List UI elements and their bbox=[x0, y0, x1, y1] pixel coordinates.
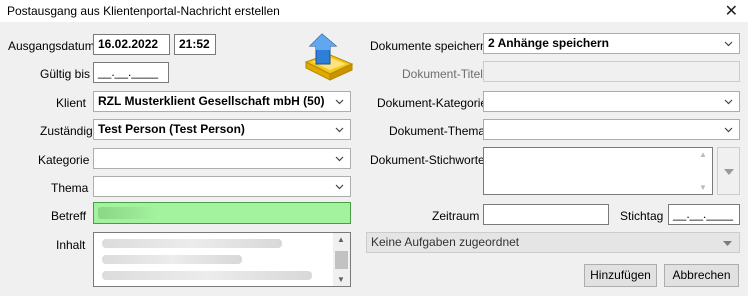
dokument-thema-label: Dokument-Thema bbox=[389, 124, 486, 138]
aufgaben-value: Keine Aufgaben zugeordnet bbox=[371, 235, 520, 249]
ausgangsdatum-date-input[interactable]: 16.02.2022 bbox=[93, 34, 170, 55]
redacted-text bbox=[102, 239, 282, 248]
add-button[interactable]: Hinzufügen bbox=[584, 264, 657, 287]
close-icon[interactable]: ✕ bbox=[725, 1, 738, 21]
redacted-text bbox=[102, 255, 242, 264]
klient-label: Klient bbox=[56, 96, 87, 110]
dokument-stichworte-label: Dokument-Stichworte bbox=[370, 153, 485, 167]
caret-down-icon bbox=[724, 169, 734, 175]
inhalt-label: Inhalt bbox=[56, 238, 86, 252]
dokumente-speichern-label: Dokumente speichern bbox=[370, 39, 487, 53]
stichworte-dropdown-button[interactable] bbox=[717, 147, 740, 195]
chevron-down-icon bbox=[724, 99, 733, 105]
zustaendig-label: Zuständig bbox=[40, 124, 93, 138]
zeitraum-label: Zeitraum bbox=[432, 209, 480, 223]
dokument-kategorie-select[interactable] bbox=[483, 91, 740, 112]
dokument-stichworte-textarea[interactable]: ▲ ▼ bbox=[483, 147, 713, 195]
betreff-input[interactable] bbox=[93, 202, 351, 224]
stichworte-scrollbar[interactable]: ▲ ▼ bbox=[695, 148, 712, 194]
scroll-up-icon[interactable]: ▲ bbox=[337, 235, 345, 244]
caret-down-icon bbox=[723, 241, 732, 246]
chevron-down-icon bbox=[335, 184, 344, 190]
gueltig-bis-input[interactable]: __.__.____ bbox=[93, 62, 169, 83]
thema-label: Thema bbox=[51, 181, 89, 195]
inhalt-textarea[interactable]: ▲ ▼ bbox=[93, 232, 351, 287]
chevron-down-icon bbox=[724, 127, 733, 133]
zustaendig-value: Test Person (Test Person) bbox=[98, 122, 245, 136]
stichtag-input[interactable]: __.__.____ bbox=[668, 204, 740, 225]
ausgangsdatum-label: Ausgangsdatum bbox=[8, 39, 95, 53]
inhalt-scrollbar[interactable]: ▲ ▼ bbox=[333, 233, 350, 286]
cancel-button[interactable]: Abbrechen bbox=[664, 264, 739, 287]
betreff-label: Betreff bbox=[51, 209, 87, 223]
window-title: Postausgang aus Klientenportal-Nachricht… bbox=[7, 4, 280, 18]
dokument-kategorie-label: Dokument-Kategorie bbox=[377, 96, 488, 110]
upload-tray-icon[interactable] bbox=[302, 32, 354, 82]
scroll-down-icon[interactable]: ▼ bbox=[337, 275, 345, 284]
dokument-thema-select[interactable] bbox=[483, 119, 740, 140]
kategorie-select[interactable] bbox=[93, 148, 351, 169]
aufgaben-select[interactable]: Keine Aufgaben zugeordnet bbox=[366, 232, 740, 253]
zeitraum-input[interactable] bbox=[483, 204, 609, 225]
klient-value: RZL Musterklient Gesellschaft mbH (50) bbox=[98, 94, 325, 108]
ausgangsdatum-time-input[interactable]: 21:52 bbox=[174, 34, 216, 55]
title-bar: Postausgang aus Klientenportal-Nachricht… bbox=[0, 0, 748, 22]
dokument-titel-label: Dokument-Titel bbox=[402, 67, 483, 81]
klient-select[interactable]: RZL Musterklient Gesellschaft mbH (50) bbox=[93, 91, 351, 112]
chevron-down-icon bbox=[335, 156, 344, 162]
dokumente-speichern-select[interactable]: 2 Anhänge speichern bbox=[483, 33, 740, 54]
dokument-titel-input bbox=[483, 61, 740, 82]
dokumente-speichern-value: 2 Anhänge speichern bbox=[488, 36, 609, 50]
zustaendig-select[interactable]: Test Person (Test Person) bbox=[93, 119, 351, 140]
gueltig-bis-label: Gültig bis bbox=[40, 67, 91, 81]
stichtag-label: Stichtag bbox=[620, 209, 664, 223]
scroll-down-icon[interactable]: ▼ bbox=[699, 183, 707, 192]
redacted-text bbox=[98, 207, 158, 219]
redacted-text bbox=[102, 271, 312, 280]
chevron-down-icon bbox=[335, 99, 344, 105]
kategorie-label: Kategorie bbox=[38, 153, 90, 167]
chevron-down-icon bbox=[724, 41, 733, 47]
scroll-thumb[interactable] bbox=[335, 251, 348, 269]
scroll-up-icon[interactable]: ▲ bbox=[699, 150, 707, 159]
thema-select[interactable] bbox=[93, 176, 351, 197]
chevron-down-icon bbox=[335, 127, 344, 133]
